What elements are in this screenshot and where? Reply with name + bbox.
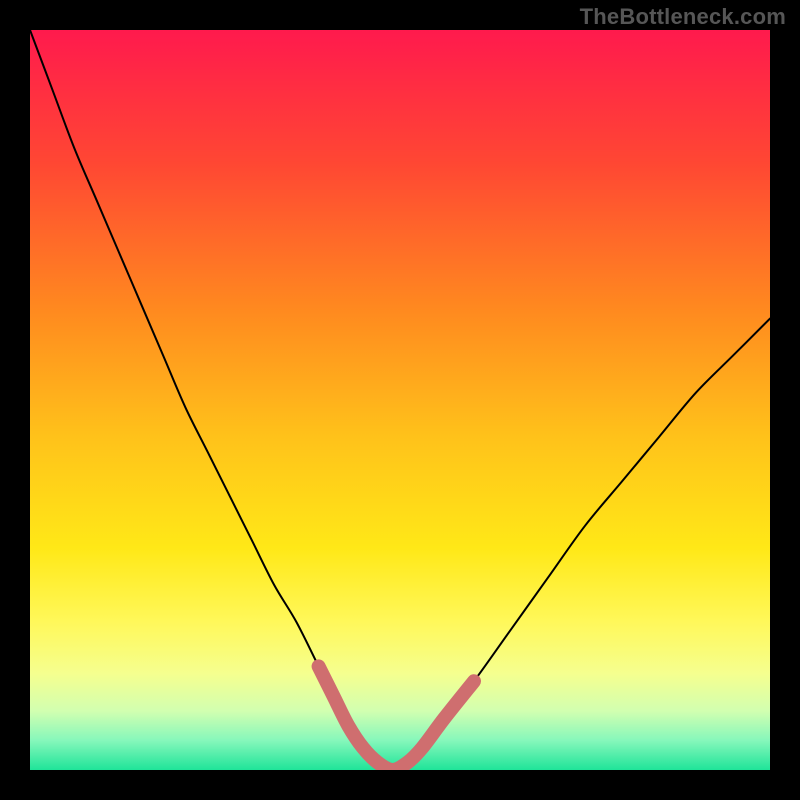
bottleneck-chart — [0, 0, 800, 800]
chart-container: TheBottleneck.com — [0, 0, 800, 800]
gradient-background — [30, 30, 770, 770]
watermark-text: TheBottleneck.com — [580, 4, 786, 30]
